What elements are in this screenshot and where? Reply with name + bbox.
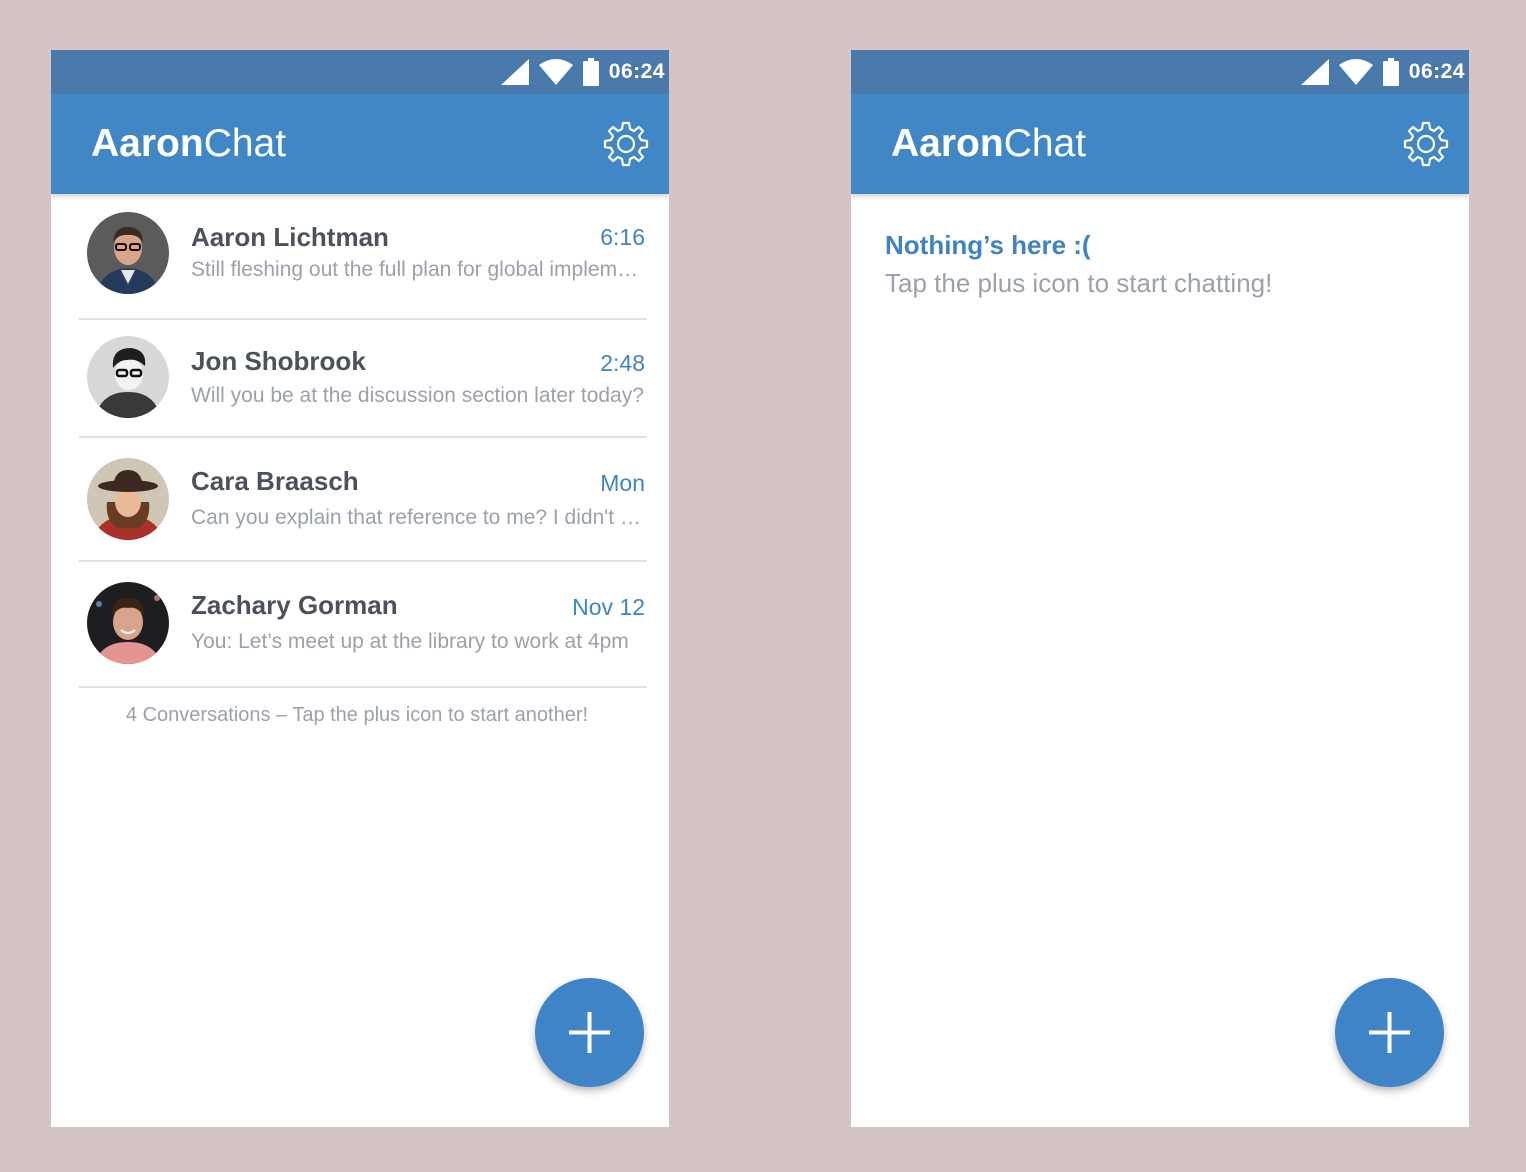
status-time: 06:24 <box>608 60 665 83</box>
signal-icon <box>1300 59 1329 85</box>
signal-icon <box>500 59 529 85</box>
avatar <box>87 336 169 418</box>
conversation-time: Mon <box>600 470 645 496</box>
conversation-name: Zachary Gorman <box>191 590 398 620</box>
gear-icon <box>603 121 649 171</box>
status-bar: 06:24 <box>851 50 1469 94</box>
conversation-item-aaron-lichtman[interactable]: Aaron Lichtman 6:16 Still fleshing out t… <box>79 194 647 320</box>
conversation-preview: You: Let’s meet up at the library to wor… <box>191 630 629 653</box>
conversation-item-cara-braasch[interactable]: Cara Braasch Mon Can you explain that re… <box>79 438 647 562</box>
avatar <box>87 458 169 540</box>
avatar <box>87 212 169 294</box>
avatar <box>87 582 169 664</box>
gear-icon <box>1403 121 1449 171</box>
wifi-icon <box>538 59 573 85</box>
conversation-time: 2:48 <box>600 350 645 376</box>
conversation-preview: Can you explain that reference to me? I … <box>191 506 647 529</box>
list-footer: 4 Conversations – Tap the plus icon to s… <box>125 704 589 726</box>
conversation-item-jon-shobrook[interactable]: Jon Shobrook 2:48 Will you be at the dis… <box>79 320 647 438</box>
app-title: AaronChat <box>891 122 1086 166</box>
settings-button[interactable] <box>1403 121 1449 167</box>
battery-icon <box>1382 58 1399 86</box>
app-title: AaronChat <box>91 122 286 166</box>
conversation-item-zachary-gorman[interactable]: Zachary Gorman Nov 12 You: Let’s meet up… <box>79 562 647 688</box>
conversation-preview: Will you be at the discussion section la… <box>191 384 644 407</box>
conversation-time: Nov 12 <box>572 594 645 620</box>
conversation-time: 6:16 <box>600 224 645 250</box>
conversation-name: Jon Shobrook <box>191 346 366 376</box>
new-conversation-button[interactable] <box>1335 978 1444 1087</box>
status-icons: 06:24 <box>500 50 665 94</box>
status-time: 06:24 <box>1408 60 1465 83</box>
settings-button[interactable] <box>603 121 649 167</box>
new-conversation-button[interactable] <box>535 978 644 1087</box>
conversation-preview: Still fleshing out the full plan for glo… <box>191 258 647 281</box>
conversation-name: Aaron Lichtman <box>191 222 389 252</box>
app-title-light: Chat <box>1003 122 1087 165</box>
status-icons: 06:24 <box>1300 50 1465 94</box>
app-title-light: Chat <box>203 122 287 165</box>
status-bar: 06:24 <box>51 50 669 94</box>
app-bar: AaronChat <box>51 94 669 194</box>
conversation-name: Cara Braasch <box>191 466 359 496</box>
app-title-bold: Aaron <box>891 122 1004 165</box>
app-bar: AaronChat <box>851 94 1469 194</box>
app-title-bold: Aaron <box>91 122 204 165</box>
conversation-list-screen: 06:24 AaronChat Aaron Lichtman 6:16 Stil… <box>51 50 669 1127</box>
battery-icon <box>582 58 599 86</box>
empty-state-title: Nothing’s here :( <box>885 230 1091 260</box>
empty-state-subtitle: Tap the plus icon to start chatting! <box>885 268 1273 298</box>
empty-conversations-screen: 06:24 AaronChat Nothing’s here :( Tap th… <box>851 50 1469 1127</box>
wifi-icon <box>1338 59 1373 85</box>
